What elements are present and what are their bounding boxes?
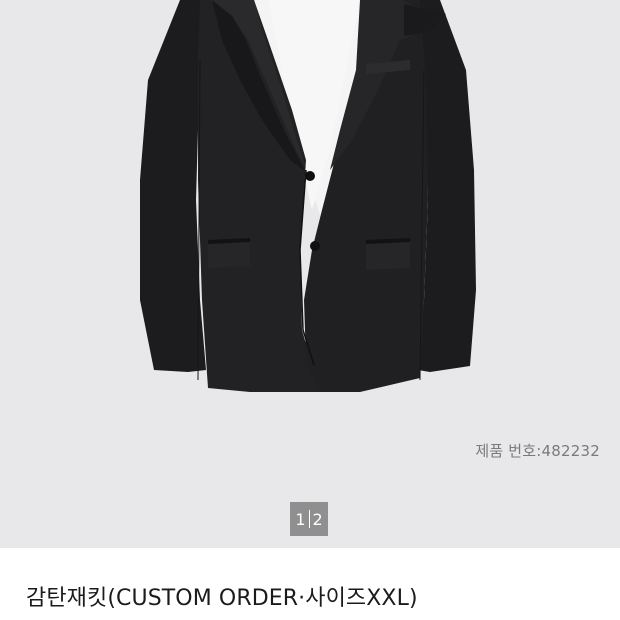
product-number: 제품 번호:482232: [475, 442, 600, 460]
product-title: 감탄재킷(CUSTOM ORDER·사이즈XXL): [26, 586, 418, 611]
image-pager-indicator: 1 2: [290, 502, 328, 536]
product-detail-page: 제품 번호:482232 1 2 감탄재킷(CUSTOM ORDER·사이즈XX…: [0, 0, 620, 620]
product-image-carousel[interactable]: 제품 번호:482232 1 2: [0, 0, 620, 548]
pager-separator: [308, 510, 310, 528]
pager-current: 1: [295, 509, 306, 529]
jacket-product-image: [140, 0, 476, 392]
pager-total: 2: [312, 509, 323, 529]
